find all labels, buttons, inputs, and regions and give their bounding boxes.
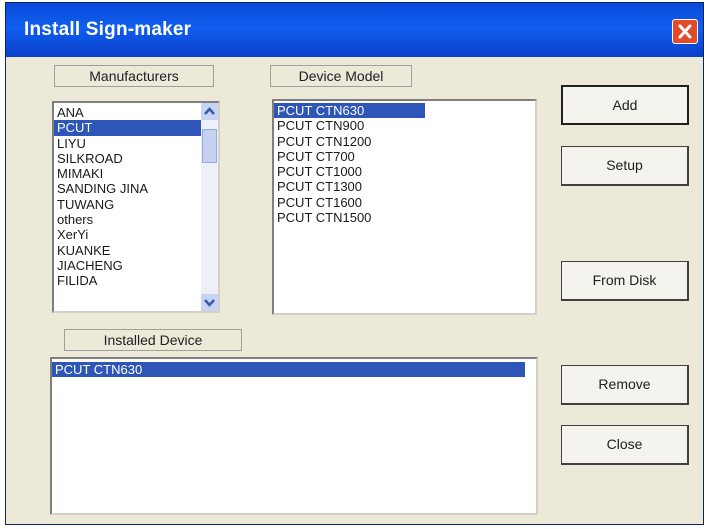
- list-item[interactable]: SANDING JINA: [54, 181, 218, 196]
- list-item[interactable]: PCUT CT1600: [274, 195, 535, 210]
- close-icon: [678, 24, 692, 39]
- install-dialog: Install Sign-maker Manufacturers ANA PCU…: [5, 2, 704, 525]
- scroll-thumb[interactable]: [202, 129, 217, 163]
- list-item[interactable]: PCUT CTN1200: [274, 134, 535, 149]
- list-item[interactable]: SILKROAD: [54, 151, 218, 166]
- list-item[interactable]: PCUT CT1000: [274, 164, 535, 179]
- list-item[interactable]: FILIDA: [54, 273, 218, 288]
- chevron-up-icon: [204, 107, 215, 115]
- list-item[interactable]: MIMAKI: [54, 166, 218, 181]
- list-item[interactable]: XerYi: [54, 227, 218, 242]
- device-model-label: Device Model: [270, 65, 412, 87]
- remove-button[interactable]: Remove: [561, 365, 689, 405]
- setup-button[interactable]: Setup: [561, 146, 689, 186]
- close-button[interactable]: Close: [561, 425, 689, 465]
- from-disk-button[interactable]: From Disk: [561, 261, 689, 301]
- installed-device-label: Installed Device: [64, 329, 242, 351]
- chevron-down-icon: [204, 299, 215, 307]
- manufacturers-list[interactable]: ANA PCUT LIYU SILKROAD MIMAKI SANDING JI…: [52, 101, 220, 313]
- device-model-list[interactable]: PCUT CTN630 PCUT CTN900 PCUT CTN1200 PCU…: [272, 99, 537, 315]
- list-item[interactable]: PCUT CT1300: [274, 179, 535, 194]
- close-window-button[interactable]: [672, 19, 698, 44]
- title-bar[interactable]: Install Sign-maker: [6, 3, 703, 57]
- manufacturers-items: ANA PCUT LIYU SILKROAD MIMAKI SANDING JI…: [54, 103, 218, 289]
- list-item[interactable]: ANA: [54, 105, 218, 120]
- manufacturers-scrollbar[interactable]: [201, 103, 218, 311]
- scroll-down-button[interactable]: [201, 294, 218, 311]
- list-item-selected[interactable]: PCUT: [54, 120, 218, 136]
- scroll-up-button[interactable]: [201, 103, 218, 120]
- installed-device-list[interactable]: PCUT CTN630: [50, 357, 538, 515]
- list-item-selected[interactable]: PCUT CTN630: [52, 362, 525, 378]
- list-item[interactable]: others: [54, 212, 218, 227]
- list-item[interactable]: PCUT CT700: [274, 149, 535, 164]
- list-item[interactable]: KUANKE: [54, 243, 218, 258]
- list-item[interactable]: PCUT CTN900: [274, 118, 535, 133]
- list-item[interactable]: JIACHENG: [54, 258, 218, 273]
- list-item-selected[interactable]: PCUT CTN630: [274, 103, 425, 119]
- list-item[interactable]: PCUT CTN1500: [274, 210, 535, 225]
- list-item[interactable]: TUWANG: [54, 197, 218, 212]
- list-item[interactable]: LIYU: [54, 136, 218, 151]
- manufacturers-label: Manufacturers: [54, 65, 214, 87]
- add-button[interactable]: Add: [561, 85, 689, 125]
- window-title: Install Sign-maker: [24, 19, 192, 40]
